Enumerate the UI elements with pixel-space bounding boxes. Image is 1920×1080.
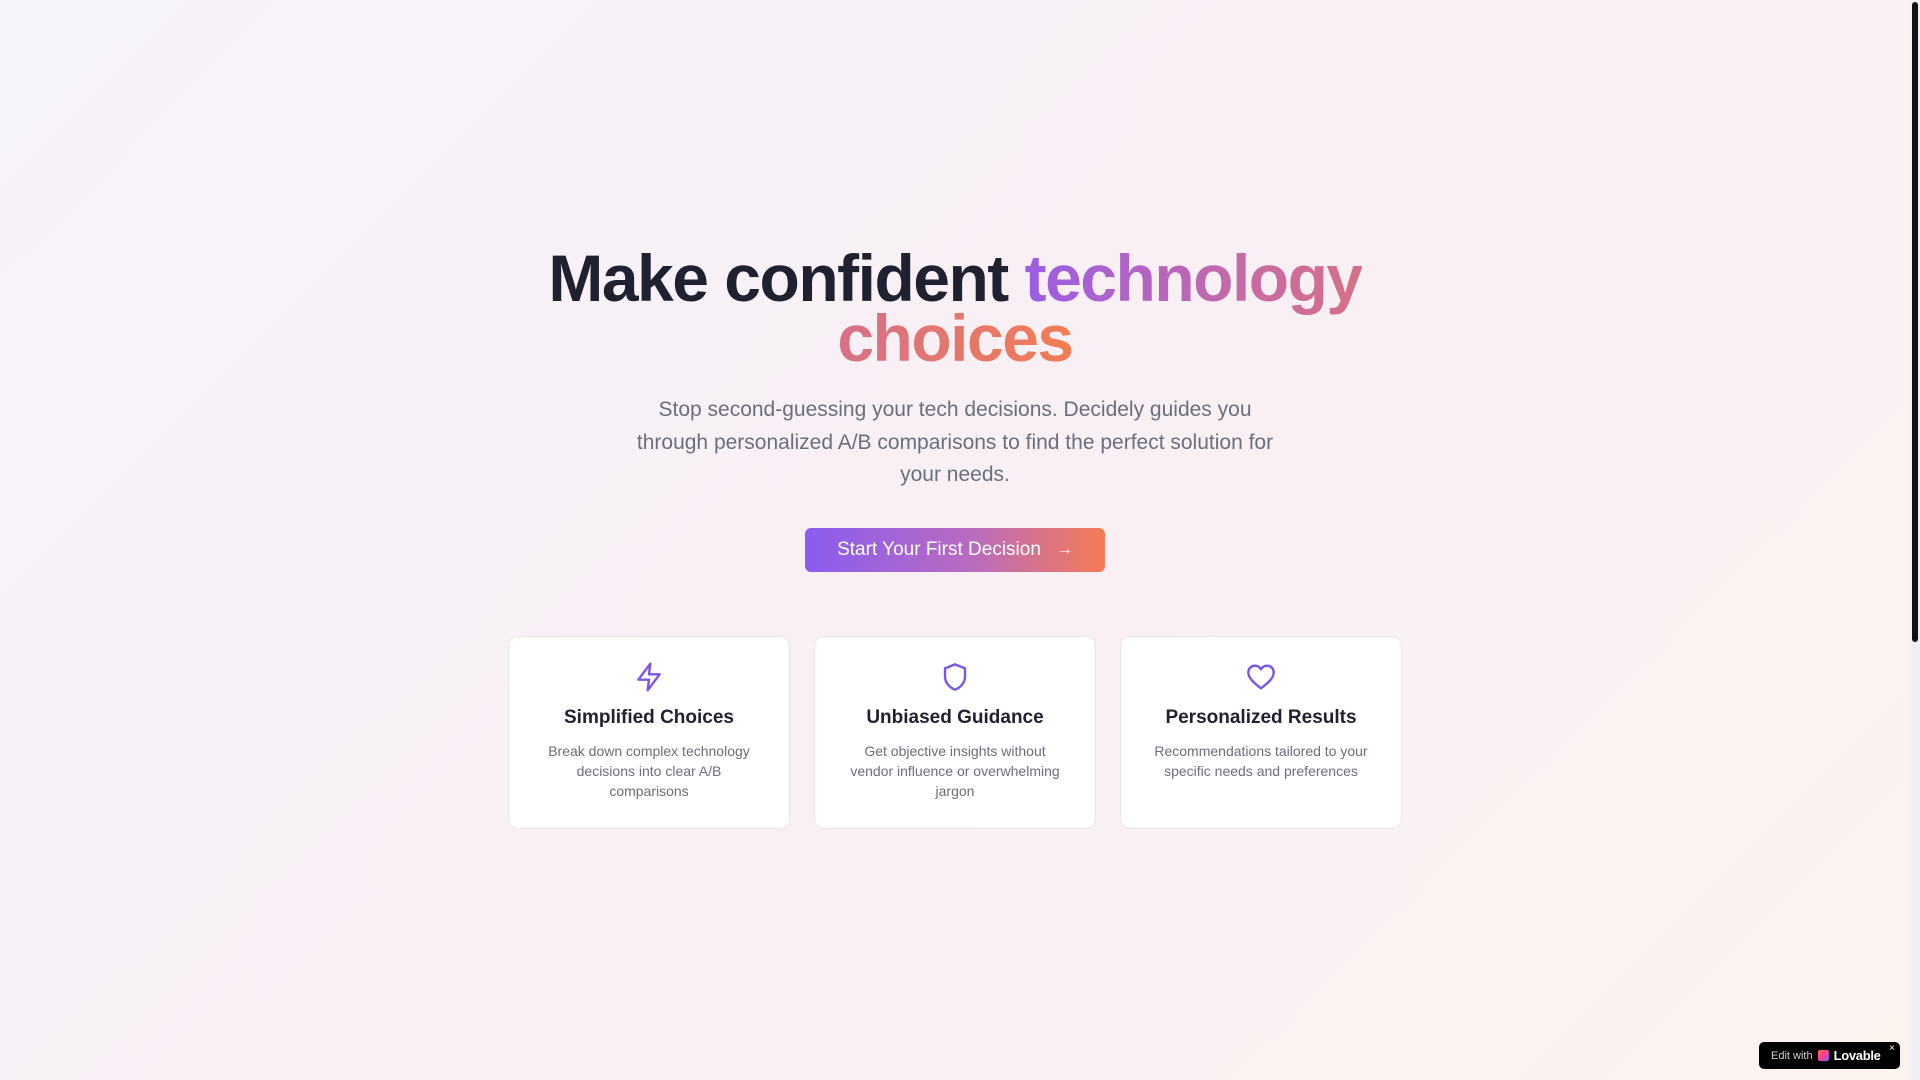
badge-prefix: Edit with: [1771, 1049, 1813, 1062]
badge-brand: Lovable: [1833, 1048, 1881, 1063]
feature-card-unbiased-guidance: Unbiased Guidance Get objective insights…: [814, 635, 1096, 829]
feature-card-personalized-results: Personalized Results Recommendations tai…: [1120, 635, 1402, 829]
hero-section: Make confident technology choices Stop s…: [0, 0, 1910, 829]
start-decision-label: Start Your First Decision: [837, 538, 1041, 560]
feature-title: Personalized Results: [1165, 706, 1357, 728]
edit-with-lovable-badge[interactable]: Edit with Lovable ×: [1759, 1042, 1900, 1069]
feature-card-simplified-choices: Simplified Choices Break down complex te…: [508, 635, 790, 829]
heart-icon: [1247, 663, 1275, 690]
feature-text: Recommendations tailored to your specifi…: [1154, 742, 1368, 779]
scrollbar-thumb[interactable]: [1912, 2, 1918, 642]
shield-icon: [943, 662, 967, 691]
hero-subtitle: Stop second-guessing your tech decisions…: [636, 398, 1274, 486]
feature-title: Unbiased Guidance: [866, 706, 1044, 728]
feature-text: Break down complex technology decisions …: [548, 742, 750, 799]
close-icon[interactable]: ×: [1889, 1043, 1895, 1054]
lovable-logo-icon: [1817, 1050, 1829, 1061]
page-title: Make confident technology choices: [505, 245, 1405, 371]
start-decision-button[interactable]: Start Your First Decision →: [805, 527, 1105, 572]
features-row: Simplified Choices Break down complex te…: [508, 635, 1402, 829]
feature-text: Get objective insights without vendor in…: [850, 742, 1060, 799]
feature-title: Simplified Choices: [564, 706, 734, 728]
arrow-right-icon: →: [1056, 540, 1073, 558]
scrollbar-track[interactable]: [1909, 0, 1920, 1080]
lightning-icon: [637, 661, 661, 692]
